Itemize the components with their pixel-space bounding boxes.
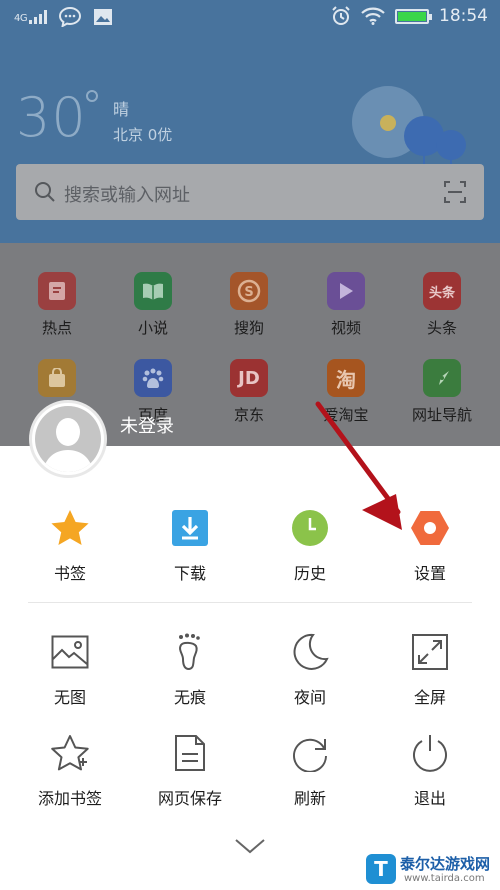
menu-label: 夜间	[293, 688, 326, 707]
search-bar[interactable]: 搜索或输入网址	[16, 164, 484, 220]
star-icon	[51, 510, 89, 545]
app-label: 视频	[330, 319, 361, 337]
login-status[interactable]: 未登录	[120, 412, 174, 438]
moon-icon	[293, 633, 329, 670]
footprint-icon	[179, 633, 200, 671]
refresh-button[interactable]: 刷新	[260, 733, 360, 809]
incognito-button[interactable]: 无痕	[140, 632, 240, 708]
app-label: 爱淘宝	[323, 406, 369, 424]
app-video[interactable]: 视频	[306, 272, 386, 338]
bookmarks-button[interactable]: 书签	[20, 508, 120, 584]
weather-condition: 晴	[113, 100, 130, 119]
exit-button[interactable]: 退出	[380, 733, 480, 809]
watermark-name: 泰尔达游戏网	[400, 855, 491, 873]
battery-icon	[395, 8, 432, 24]
sogou-icon: S	[230, 272, 268, 310]
settings-button[interactable]: 设置	[380, 508, 480, 584]
app-shopping[interactable]	[17, 359, 97, 404]
menu-label: 添加书签	[37, 789, 102, 808]
menu-label: 全屏	[413, 688, 446, 707]
history-button[interactable]: 历史	[260, 508, 360, 584]
baidu-icon	[134, 359, 172, 397]
add-bookmark-icon	[51, 735, 89, 771]
degree-symbol	[86, 90, 98, 102]
app-jd[interactable]: JD 京东	[209, 359, 289, 425]
menu-label: 刷新	[293, 789, 326, 808]
search-icon	[35, 182, 55, 202]
search-placeholder: 搜索或输入网址	[64, 185, 190, 206]
add-bookmark-button[interactable]: 添加书签	[20, 733, 120, 809]
night-mode-button[interactable]: 夜间	[260, 632, 360, 708]
network-type: 4G	[14, 13, 28, 24]
menu-label: 历史	[293, 564, 326, 583]
user-avatar-icon	[35, 406, 101, 472]
menu-label: 网页保存	[157, 789, 222, 808]
chat-bubble-icon	[59, 7, 82, 27]
refresh-icon	[293, 738, 327, 772]
wifi-icon	[361, 7, 385, 25]
watermark: T 泰尔达游戏网 www.tairda.com	[366, 850, 496, 888]
image-icon	[94, 9, 113, 25]
shopping-bag-icon	[38, 359, 76, 397]
app-label: 网址导航	[411, 406, 472, 424]
svg-text:S: S	[244, 285, 253, 300]
book-icon	[134, 272, 172, 310]
clock-icon	[292, 510, 328, 546]
app-label: 小说	[137, 319, 168, 337]
save-page-icon	[175, 735, 205, 771]
divider	[28, 602, 472, 603]
app-label: 搜狗	[233, 319, 264, 337]
menu-label: 无痕	[173, 688, 206, 707]
avatar[interactable]	[29, 400, 107, 478]
settings-icon	[411, 511, 449, 545]
app-toutiao[interactable]: 头条 头条	[402, 272, 482, 338]
menu-label: 书签	[53, 564, 86, 583]
download-button[interactable]: 下载	[140, 508, 240, 584]
menu-label: 无图	[53, 688, 86, 707]
watermark-url: www.tairda.com	[404, 873, 485, 884]
weather-location-aqi: 北京 0优	[113, 126, 173, 144]
no-image-button[interactable]: 无图	[20, 632, 120, 708]
video-icon	[327, 272, 365, 310]
sun-icon	[380, 115, 396, 131]
app-sogou[interactable]: S 搜狗	[209, 272, 289, 338]
fullscreen-button[interactable]: 全屏	[380, 632, 480, 708]
power-icon	[413, 735, 447, 772]
watermark-logo: T	[366, 854, 396, 884]
compass-icon	[423, 359, 461, 397]
app-novel[interactable]: 小说	[113, 272, 193, 338]
app-hot[interactable]: 热点	[17, 272, 97, 338]
qr-scan-icon[interactable]	[444, 181, 466, 203]
hot-icon	[38, 272, 76, 310]
status-bar: 4G 18:54	[0, 0, 500, 36]
menu-label: 退出	[413, 789, 446, 808]
app-label: 热点	[41, 319, 72, 337]
app-label: 京东	[233, 406, 264, 424]
taobao-icon: 淘	[327, 359, 365, 397]
app-label: 头条	[426, 319, 457, 337]
header-area: 4G 18:54 30 晴 北京 0优 搜索或输入网址	[0, 0, 500, 243]
toutiao-icon: 头条	[423, 272, 461, 310]
download-icon	[172, 510, 208, 546]
status-time: 18:54	[439, 6, 488, 26]
save-page-button[interactable]: 网页保存	[140, 733, 240, 809]
tree-icon	[436, 130, 466, 160]
jd-icon: JD	[230, 359, 268, 397]
signal-icon: 4G	[14, 10, 48, 24]
fullscreen-icon	[412, 634, 448, 670]
alarm-icon	[332, 6, 350, 25]
app-taobao[interactable]: 淘 爱淘宝	[306, 359, 386, 425]
image-off-icon	[51, 635, 89, 669]
app-nav[interactable]: 网址导航	[402, 359, 482, 425]
menu-label: 下载	[173, 564, 206, 583]
weather-temperature[interactable]: 30	[16, 86, 87, 149]
menu-label: 设置	[413, 564, 446, 583]
chevron-down-icon[interactable]	[234, 836, 266, 856]
